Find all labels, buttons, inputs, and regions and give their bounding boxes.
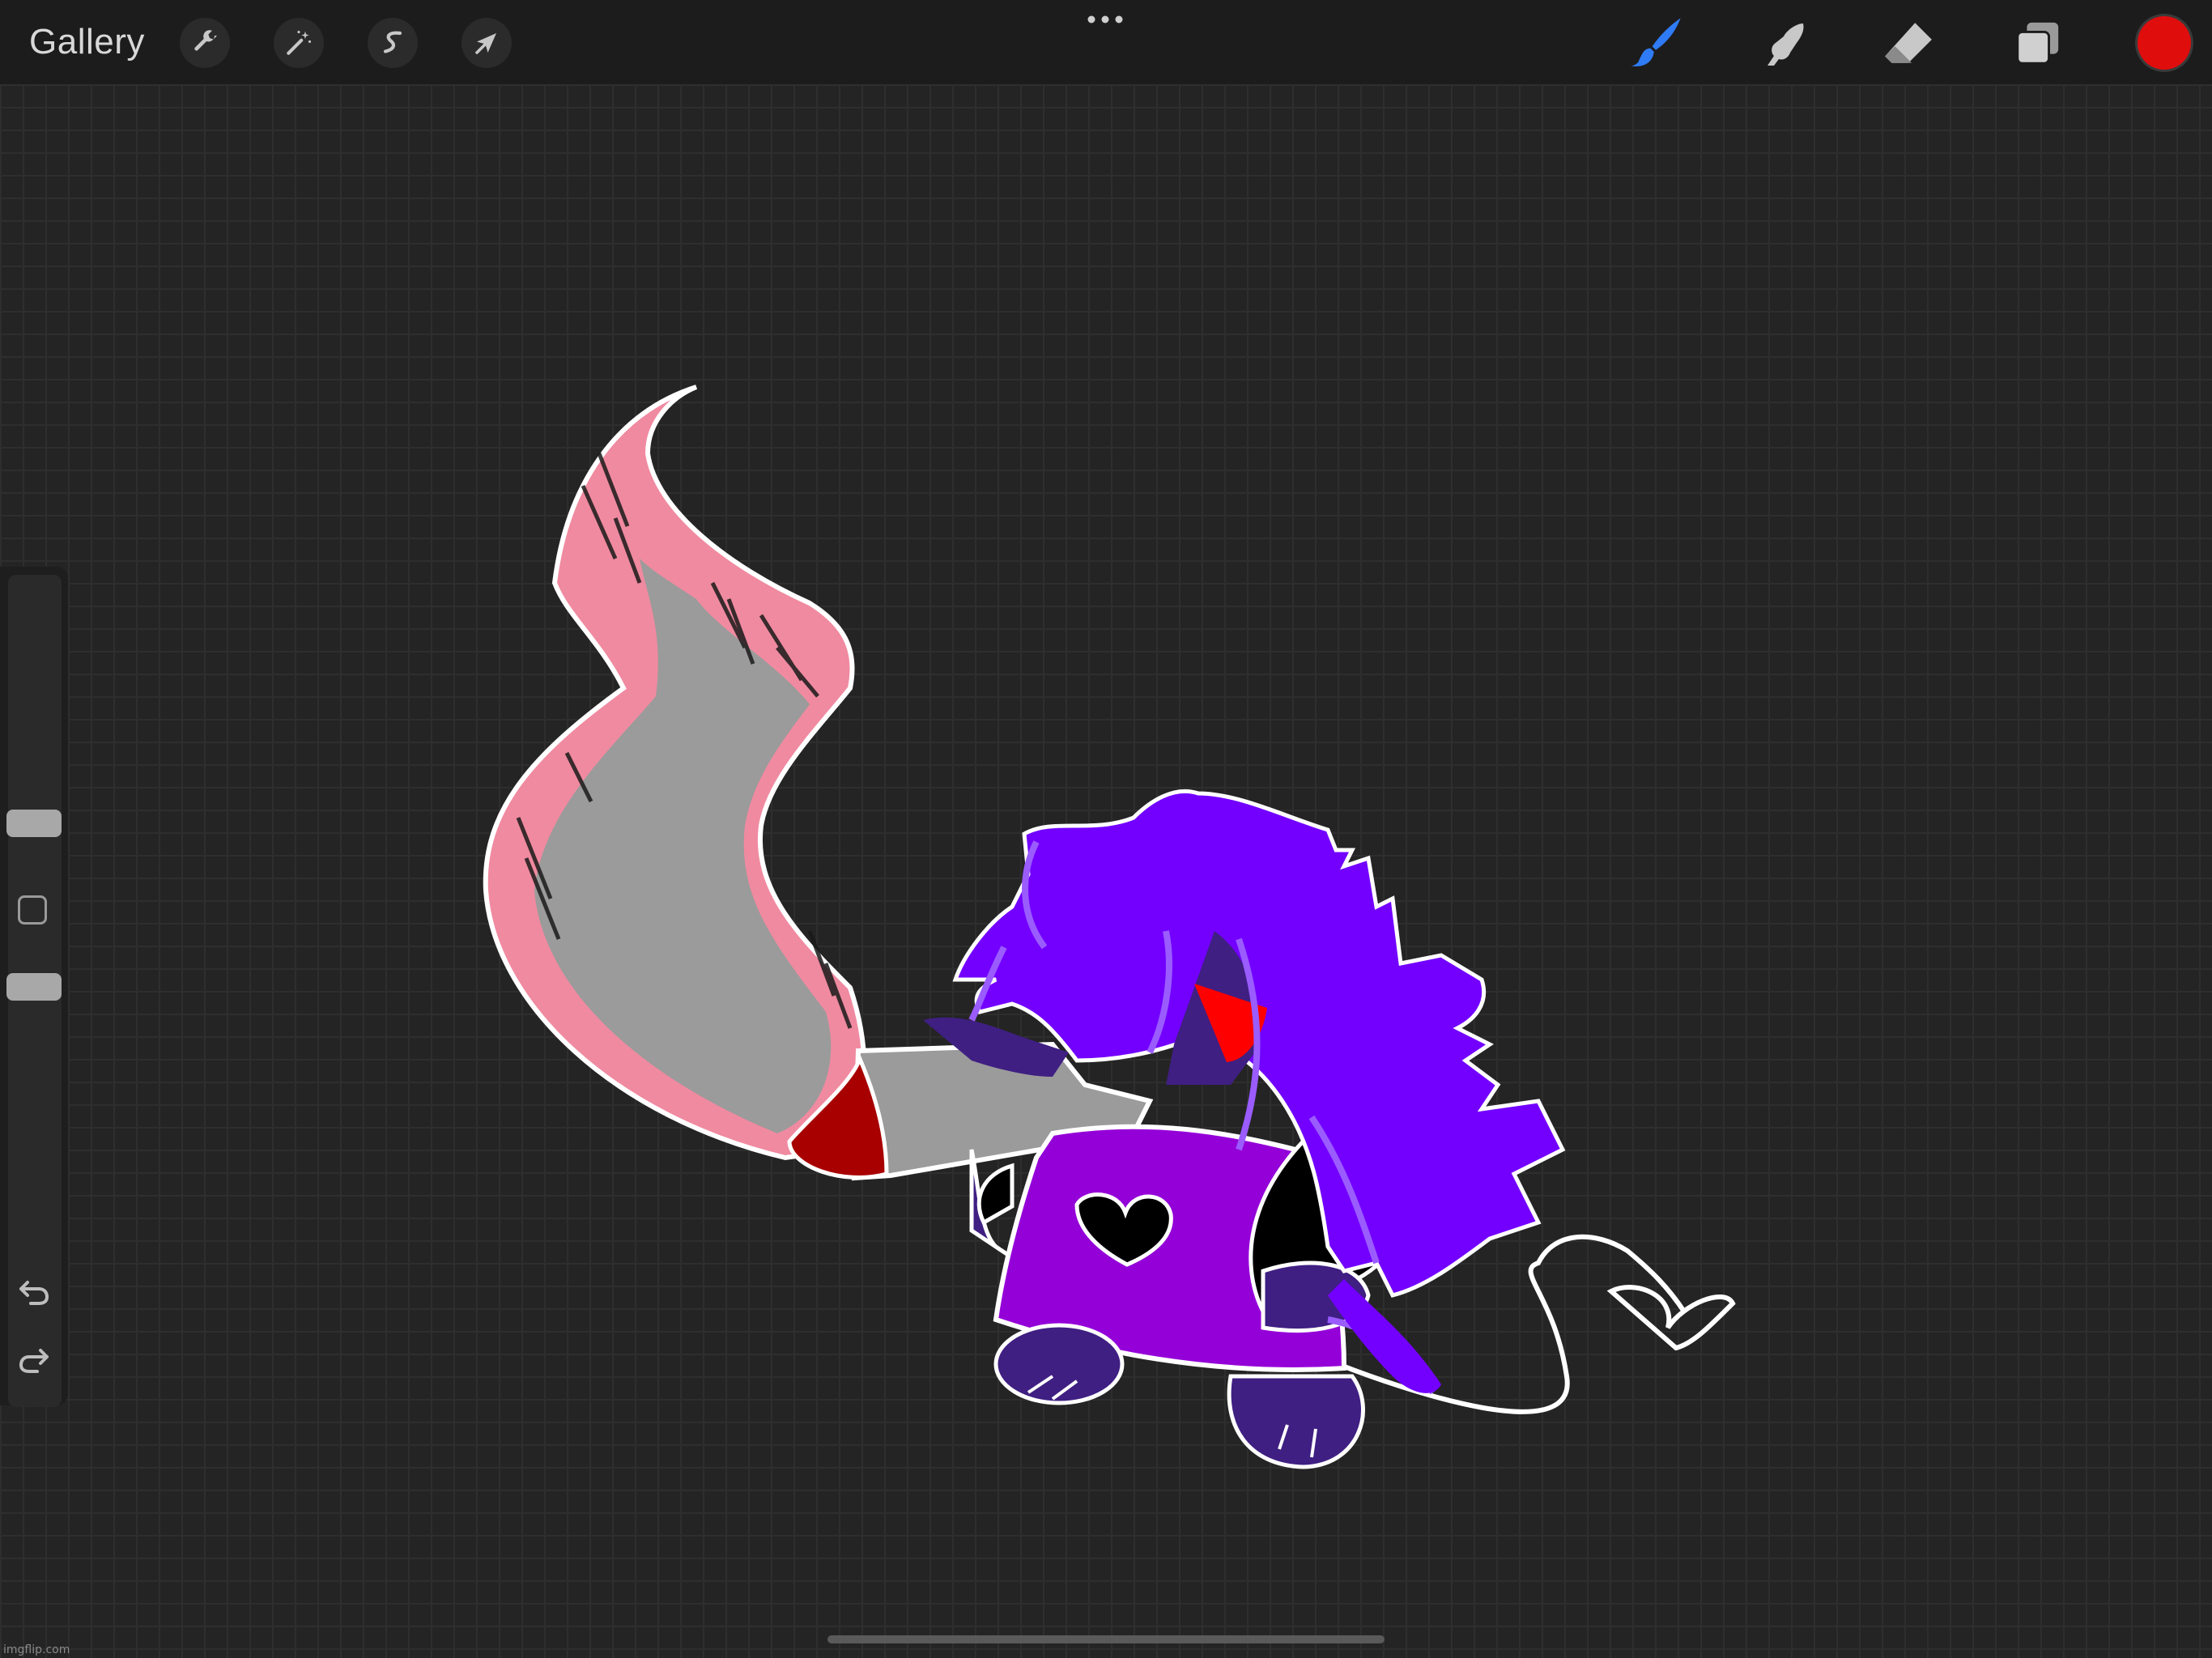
brush-icon: [1631, 18, 1681, 66]
eraser-tool-button[interactable]: [1880, 15, 1937, 71]
ellipsis-icon[interactable]: [1085, 11, 1125, 28]
selection-s-icon: [383, 31, 402, 53]
layers-button[interactable]: [2010, 15, 2066, 71]
square-modifier-icon[interactable]: [18, 895, 47, 925]
smudge-finger-icon: [1767, 23, 1804, 66]
actions-button[interactable]: [180, 18, 230, 68]
side-panel: [0, 567, 68, 1407]
arrow-cursor-icon: [475, 33, 496, 54]
selection-button[interactable]: [368, 18, 418, 68]
eraser-icon: [1885, 23, 1932, 63]
redo-icon[interactable]: [15, 1341, 53, 1380]
brush-size-slider[interactable]: [6, 575, 62, 996]
color-picker-button[interactable]: [2138, 16, 2191, 70]
brush-size-thumb[interactable]: [6, 810, 62, 837]
opacity-thumb[interactable]: [6, 973, 62, 1001]
layers-icon: [2016, 22, 2059, 65]
adjustments-button[interactable]: [274, 18, 324, 68]
gallery-button[interactable]: Gallery: [29, 21, 145, 63]
artwork-illustration: [483, 385, 1736, 1469]
top-toolbar: Gallery: [0, 0, 2212, 84]
smudge-tool-button[interactable]: [1755, 15, 1812, 71]
watermark: imgflip.com: [3, 1643, 70, 1656]
undo-icon[interactable]: [15, 1273, 53, 1312]
brush-tool-button[interactable]: [1627, 15, 1684, 71]
wrench-icon: [194, 30, 217, 51]
magic-wand-icon: [287, 30, 312, 55]
transform-button[interactable]: [462, 18, 512, 68]
home-indicator[interactable]: [827, 1635, 1385, 1643]
weapon-flame: [483, 385, 867, 1161]
